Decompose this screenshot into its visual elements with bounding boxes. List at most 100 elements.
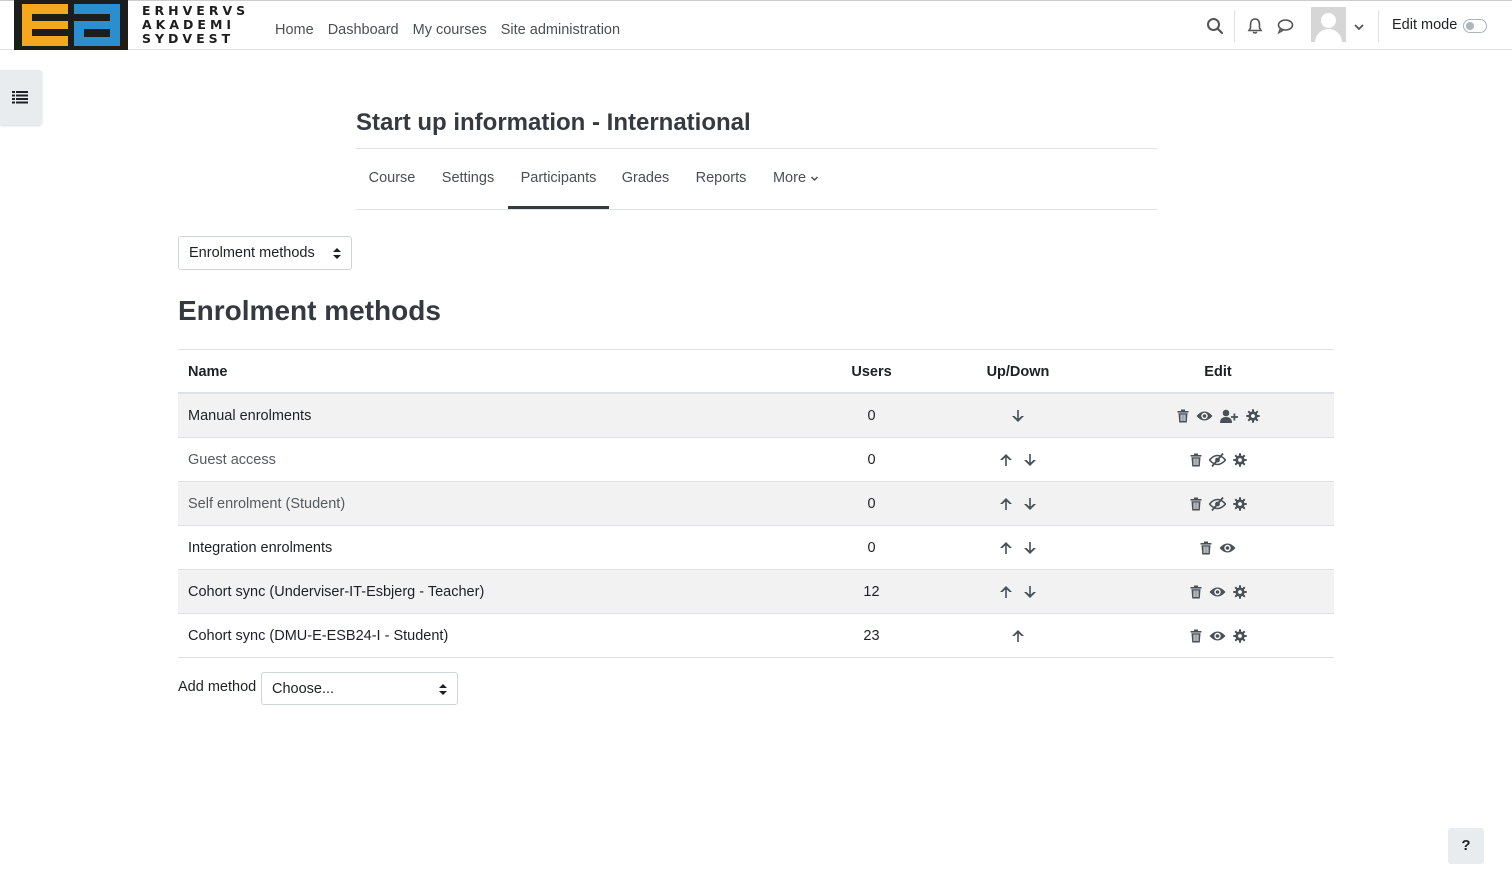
edit-cell <box>1138 526 1298 570</box>
gear-icon[interactable] <box>1232 453 1247 467</box>
participants-page-select-value: Enrolment methods <box>189 245 315 261</box>
eye-icon[interactable] <box>1209 586 1226 598</box>
list-icon <box>12 91 28 104</box>
arrow-down-icon[interactable] <box>1023 453 1037 467</box>
arrow-down-icon[interactable] <box>1023 497 1037 511</box>
enrolment-method-users: 0 <box>867 540 876 556</box>
enrolment-method-name: Guest access <box>188 452 276 468</box>
trash-icon[interactable] <box>1190 585 1202 599</box>
user-plus-icon[interactable] <box>1219 409 1239 424</box>
gear-icon[interactable] <box>1232 497 1247 511</box>
updown-cell <box>968 570 1068 614</box>
gear-icon[interactable] <box>1232 585 1247 599</box>
table-row: Integration enrolments 0 <box>178 526 1334 570</box>
enrolment-method-users: 0 <box>867 496 876 512</box>
chevron-down-icon[interactable] <box>1350 18 1368 36</box>
bell-icon[interactable] <box>1246 17 1264 35</box>
arrow-up-icon[interactable] <box>999 585 1013 599</box>
table-row: Guest access 0 <box>178 438 1334 482</box>
column-header-edit: Edit <box>1204 364 1232 380</box>
gear-icon[interactable] <box>1232 629 1247 643</box>
select-caret-icon <box>333 248 341 259</box>
edit-cell <box>1138 482 1298 526</box>
tab-settings[interactable]: Settings <box>428 149 508 209</box>
user-avatar[interactable] <box>1311 7 1346 42</box>
updown-cell <box>968 438 1068 482</box>
tab-more[interactable]: More <box>760 149 832 209</box>
nav-link-site-administration[interactable]: Site administration <box>501 12 620 38</box>
nav-link-dashboard[interactable]: Dashboard <box>328 12 399 38</box>
edit-cell <box>1138 394 1298 438</box>
enrolment-method-name: Cohort sync (DMU-E-ESB24-I - Student) <box>188 628 449 644</box>
arrow-up-icon[interactable] <box>999 453 1013 467</box>
enrolment-method-name: Cohort sync (Underviser-IT-Esbjerg - Tea… <box>188 584 485 600</box>
column-header-name: Name <box>188 364 228 380</box>
updown-cell <box>968 482 1068 526</box>
column-header-users: Users <box>851 364 892 380</box>
nav-link-home[interactable]: Home <box>275 12 314 38</box>
enrolment-method-name: Self enrolment (Student) <box>188 496 346 512</box>
tab-grades[interactable]: Grades <box>609 149 682 209</box>
page-title: Start up information - International <box>356 109 751 136</box>
eye-slash-icon[interactable] <box>1208 497 1226 512</box>
add-method-label: Add method <box>178 679 257 695</box>
enrolment-method-users: 23 <box>863 628 880 644</box>
table-row: Self enrolment (Student) 0 <box>178 482 1334 526</box>
help-button[interactable]: ? <box>1448 828 1484 864</box>
participants-page-select[interactable]: Enrolment methods <box>178 236 352 270</box>
navbar-divider <box>1378 10 1379 42</box>
updown-cell <box>968 614 1068 658</box>
table-row: Cohort sync (Underviser-IT-Esbjerg - Tea… <box>178 570 1334 614</box>
site-logo-text: ERHVERVS AKADEMI SYDVEST <box>142 3 250 46</box>
trash-icon[interactable] <box>1177 409 1189 423</box>
updown-cell <box>968 394 1068 438</box>
messages-icon[interactable] <box>1276 17 1294 35</box>
eye-slash-icon[interactable] <box>1208 453 1226 468</box>
trash-icon[interactable] <box>1200 541 1212 555</box>
updown-cell <box>968 526 1068 570</box>
course-index-drawer-button[interactable] <box>0 70 42 125</box>
enrolment-method-users: 0 <box>867 452 876 468</box>
trash-icon[interactable] <box>1190 497 1202 511</box>
eye-icon[interactable] <box>1219 542 1236 554</box>
enrolment-methods-table: Name Users Up/Down Edit Manual enrolment… <box>178 349 1334 658</box>
search-icon[interactable] <box>1206 17 1224 35</box>
select-caret-icon <box>439 684 447 695</box>
arrow-up-icon[interactable] <box>1011 629 1025 643</box>
course-secondary-navigation: Course Settings Participants Grades Repo… <box>356 149 1157 210</box>
edit-cell <box>1138 614 1298 658</box>
tab-reports[interactable]: Reports <box>682 149 760 209</box>
arrow-down-icon[interactable] <box>1011 409 1025 423</box>
table-header-row: Name Users Up/Down Edit <box>178 350 1334 394</box>
trash-icon[interactable] <box>1190 453 1202 467</box>
edit-cell <box>1138 438 1298 482</box>
table-row: Cohort sync (DMU-E-ESB24-I - Student) 23 <box>178 614 1334 658</box>
nav-link-my-courses[interactable]: My courses <box>413 12 487 38</box>
section-title: Enrolment methods <box>178 295 441 326</box>
gear-icon[interactable] <box>1245 409 1260 423</box>
edit-mode-label: Edit mode <box>1392 17 1458 33</box>
arrow-down-icon[interactable] <box>1023 541 1037 555</box>
tab-course[interactable]: Course <box>356 149 428 209</box>
arrow-down-icon[interactable] <box>1023 585 1037 599</box>
primary-navigation: Home Dashboard My courses Site administr… <box>268 0 627 50</box>
enrolment-method-users: 12 <box>863 584 880 600</box>
enrolment-method-name: Integration enrolments <box>188 540 333 556</box>
add-method-select-value: Choose... <box>272 681 335 697</box>
tab-participants[interactable]: Participants <box>508 149 609 209</box>
table-row: Manual enrolments 0 <box>178 394 1334 438</box>
tab-more-label: More <box>772 170 807 186</box>
eye-icon[interactable] <box>1196 410 1213 422</box>
trash-icon[interactable] <box>1190 629 1202 643</box>
top-navbar: ERHVERVS AKADEMI SYDVEST Home Dashboard … <box>0 0 1512 50</box>
add-method-select[interactable]: Choose... <box>261 672 458 705</box>
chevron-down-icon <box>810 176 819 181</box>
arrow-up-icon[interactable] <box>999 497 1013 511</box>
edit-mode-toggle[interactable] <box>1463 19 1487 33</box>
enrolment-method-name: Manual enrolments <box>188 408 312 424</box>
arrow-up-icon[interactable] <box>999 541 1013 555</box>
site-logo[interactable] <box>14 0 128 50</box>
eye-icon[interactable] <box>1209 630 1226 642</box>
column-header-updown: Up/Down <box>986 364 1050 380</box>
navbar-divider <box>1234 10 1235 42</box>
